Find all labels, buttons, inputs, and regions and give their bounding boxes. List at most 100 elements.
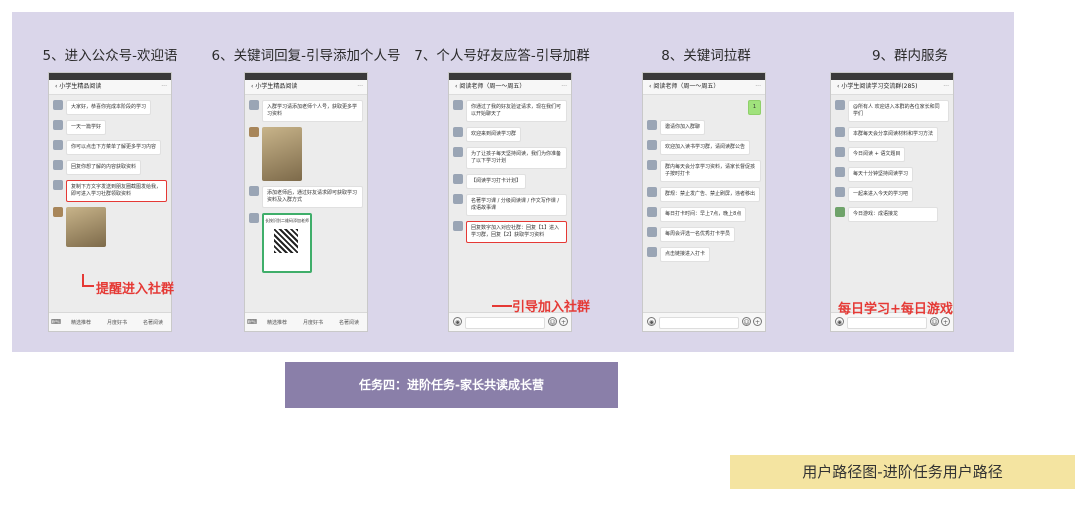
- avatar: [453, 221, 463, 231]
- voice-icon[interactable]: ◉: [453, 317, 462, 326]
- avatar: [647, 140, 657, 150]
- avatar: [647, 187, 657, 197]
- chat-header-title: 小学生精品阅读: [59, 83, 102, 90]
- chat-header-title: 阅读老师（周一～周五）: [459, 83, 526, 90]
- chat-area: 你通过了我的好友验证请求，现在我们可以开始聊天了 欢迎来到阅读学习群 为了让孩子…: [449, 95, 571, 313]
- avatar: [249, 100, 259, 110]
- keyboard-icon[interactable]: ⌨: [245, 318, 259, 326]
- chat-header-title: 阅读老师（周一～周五）: [653, 83, 720, 90]
- message-row: 一天一篇学好: [53, 120, 167, 135]
- message-bubble: 为了让孩子每天坚持阅读，我们为你准备了以下学习计划: [466, 147, 567, 169]
- message-bubble: 邀请你加入群聊: [660, 120, 706, 135]
- message-row: 为了让孩子每天坚持阅读，我们为你准备了以下学习计划: [453, 147, 567, 169]
- message-row: 你通过了我的好友验证请求，现在我们可以开始聊天了: [453, 100, 567, 122]
- step-5: 5、进入公众号-欢迎语 ‹ 小学生精品阅读 ··· 大家好，恭喜你完成本阶段的学习…: [12, 12, 208, 352]
- avatar: [53, 160, 63, 170]
- message-bubble: 点击链接进入打卡: [660, 247, 711, 262]
- message-row: 今日游戏：成语接龙: [835, 207, 949, 222]
- menu-item[interactable]: 精选推荐: [259, 319, 295, 326]
- message-row: 每周会评选一名优秀打卡学员: [647, 227, 761, 242]
- message-bubble: 欢迎加入读书学习群，请阅读群公告: [660, 140, 751, 155]
- step-title: 6、关键词回复-引导添加个人号: [211, 48, 401, 64]
- task-label: 任务四：进阶任务-家长共读成长营: [285, 362, 618, 408]
- avatar: [835, 100, 845, 110]
- message-row: [53, 207, 167, 247]
- chat-area: 入群学习请添加老师个人号，获取更多学习资料 添加老师后，通过好友请求即可获取学习…: [245, 95, 367, 313]
- message-bubble: 群规：禁止发广告、禁止刷屏，违者移出: [660, 187, 761, 202]
- message-bubble: 每日打卡时间：早上7点，晚上8点: [660, 207, 747, 222]
- plus-icon[interactable]: +: [941, 317, 950, 326]
- message-row: 本群每天会分享阅读材料和学习方法: [835, 127, 949, 142]
- message-row: 【阅读学习打卡计划】: [453, 174, 567, 189]
- plus-icon[interactable]: +: [559, 317, 568, 326]
- status-bar: [49, 73, 171, 80]
- message-row: 添加老师后，通过好友请求即可获取学习资料及入群方式: [249, 186, 363, 208]
- avatar: [835, 187, 845, 197]
- message-bubble: 回复你想了解的内容获取资料: [66, 160, 142, 175]
- game-title: 今日游戏：成语接龙: [853, 211, 899, 217]
- menu-item[interactable]: 月度好书: [99, 319, 135, 326]
- avatar: [249, 127, 259, 137]
- menu-item[interactable]: 名著阅读: [135, 319, 171, 326]
- step-title: 8、关键词拉群: [661, 48, 751, 64]
- message-bubble: 本群每天会分享阅读材料和学习方法: [848, 127, 939, 142]
- avatar: [835, 147, 845, 157]
- menu-item[interactable]: 精选推荐: [63, 319, 99, 326]
- plus-icon[interactable]: +: [753, 317, 762, 326]
- avatar: [647, 247, 657, 257]
- avatar: [453, 174, 463, 184]
- emoji-icon[interactable]: ☺: [742, 317, 751, 326]
- message-bubble: 名著学习课 / 分级阅读课 / 作文写作课 / 成语故事课: [466, 194, 567, 216]
- footer-label: 用户路径图-进阶任务用户路径: [730, 455, 1075, 489]
- step-8: 8、关键词拉群 ‹ 阅读老师（周一～周五） ··· 1 邀请你加入群聊 欢迎加入读…: [608, 12, 804, 352]
- phone-screenshot: ‹ 阅读老师（周一～周五） ··· 1 邀请你加入群聊 欢迎加入读书学习群，请阅读…: [642, 72, 766, 332]
- message-row: 一起来进入今天的学习吧: [835, 187, 949, 202]
- menu-item[interactable]: 名著阅读: [331, 319, 367, 326]
- menu-item[interactable]: 月度好书: [295, 319, 331, 326]
- input-bar: ◉ ☺ +: [643, 312, 765, 331]
- more-icon: ···: [561, 83, 567, 90]
- message-bubble: 添加老师后，通过好友请求即可获取学习资料及入群方式: [262, 186, 363, 208]
- more-icon: ···: [161, 83, 167, 90]
- chat-area: @所有人 欢迎进入本群的各位家长和同学们 本群每天会分享阅读材料和学习方法 今日…: [831, 95, 953, 313]
- message-input[interactable]: [465, 317, 545, 329]
- highlighted-message: 复制下方文字发送到朋友圈截图发给我，即可进入学习社群领取资料: [66, 180, 167, 202]
- step-7: 7、个人号好友应答-引导加群 ‹ 阅读老师（周一～周五） ··· 你通过了我的好友…: [404, 12, 600, 352]
- message-bubble: 每周会评选一名优秀打卡学员: [660, 227, 736, 242]
- voice-icon[interactable]: ◉: [647, 317, 656, 326]
- avatar: [647, 160, 657, 170]
- message-input[interactable]: [659, 317, 739, 329]
- voice-icon[interactable]: ◉: [835, 317, 844, 326]
- more-icon: ···: [755, 83, 761, 90]
- step-title: 9、群内服务: [871, 48, 949, 64]
- status-bar: [449, 73, 571, 80]
- keyboard-icon[interactable]: ⌨: [49, 318, 63, 326]
- arrow-line: [82, 285, 94, 287]
- message-row: 今日阅读 + 语文题目: [835, 147, 949, 162]
- avatar: [53, 100, 63, 110]
- emoji-icon[interactable]: ☺: [548, 317, 557, 326]
- message-row: 回复数字加入对应社群：回复【1】进入学习群，回复【2】获取学习资料: [453, 221, 567, 243]
- avatar: [249, 186, 259, 196]
- avatar: [53, 140, 63, 150]
- avatar: [453, 100, 463, 110]
- annotation-label: 引导加入社群: [512, 300, 591, 315]
- book-card-image: [262, 127, 302, 181]
- message-row: 群内每天会分享学习资料，请家长督促孩子按时打卡: [647, 160, 761, 182]
- avatar: [453, 127, 463, 137]
- avatar: [835, 127, 845, 137]
- message-bubble: 【阅读学习打卡计划】: [466, 174, 527, 189]
- qr-code-card[interactable]: 长按识别二维码添加老师: [262, 213, 312, 273]
- qr-code-icon: [274, 229, 298, 253]
- message-bubble: 今日阅读 + 语文题目: [848, 147, 906, 162]
- steps-panel: 5、进入公众号-欢迎语 ‹ 小学生精品阅读 ··· 大家好，恭喜你完成本阶段的学习…: [12, 12, 1014, 352]
- avatar: [835, 167, 845, 177]
- message-input[interactable]: [847, 317, 927, 329]
- message-row: @所有人 欢迎进入本群的各位家长和同学们: [835, 100, 949, 122]
- emoji-icon[interactable]: ☺: [930, 317, 939, 326]
- message-row: 每日打卡时间：早上7点，晚上8点: [647, 207, 761, 222]
- message-bubble: 欢迎来到阅读学习群: [466, 127, 522, 142]
- message-bubble: 群内每天会分享学习资料，请家长督促孩子按时打卡: [660, 160, 761, 182]
- status-bar: [831, 73, 953, 80]
- game-card[interactable]: 今日游戏：成语接龙: [848, 207, 938, 222]
